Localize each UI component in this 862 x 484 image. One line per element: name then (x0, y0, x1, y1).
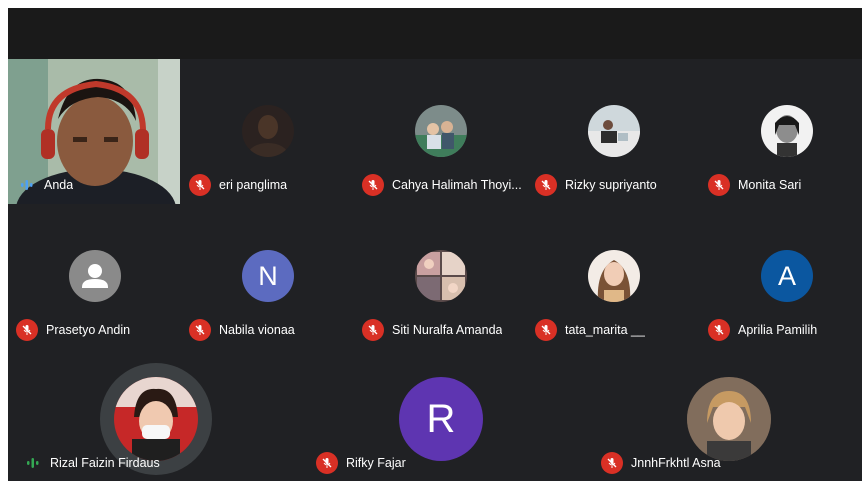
name-line: Rizal Faizin Firdaus (22, 451, 160, 475)
participant-name: Rifky Fajar (346, 456, 406, 470)
mic-muted-icon (535, 174, 557, 196)
participant-tile[interactable]: A Aprilia Pamilih (700, 204, 862, 349)
person-icon (82, 264, 108, 288)
avatar-letter: A (761, 250, 813, 302)
mic-muted-icon (316, 452, 338, 474)
participant-tile[interactable]: eri panglima (181, 59, 353, 204)
name-line: JnnhFrkhtl Asna (601, 451, 721, 475)
participant-name: Rizky supriyanto (565, 178, 657, 192)
self-tile[interactable]: Anda (8, 59, 180, 204)
avatar (588, 105, 640, 157)
participant-name: Aprilia Pamilih (738, 323, 818, 337)
mic-muted-icon (535, 319, 557, 341)
name-line: Nabila vionaa (189, 318, 295, 342)
name-line: tata_marita __ (535, 318, 645, 342)
avatar (415, 250, 467, 302)
participant-name: Siti Nuralfa Amanda (392, 323, 503, 337)
name-line: Monita Sari (708, 173, 801, 197)
self-name-line: Anda (16, 173, 73, 197)
audio-level-icon (22, 452, 44, 474)
avatar-letter: R (399, 377, 483, 461)
mic-muted-icon (601, 452, 623, 474)
top-bar (8, 8, 862, 59)
participant-tile[interactable]: Prasetyo Andin (8, 204, 180, 349)
participant-tile[interactable]: Rizky supriyanto (527, 59, 699, 204)
participant-name: JnnhFrkhtl Asna (631, 456, 721, 470)
participant-name: Prasetyo Andin (46, 323, 131, 337)
mic-muted-icon (189, 319, 211, 341)
avatar (415, 105, 467, 157)
name-line: Prasetyo Andin (16, 318, 130, 342)
participant-tile[interactable]: Cahya Halimah Thoyi... (354, 59, 526, 204)
mic-muted-icon (189, 174, 211, 196)
avatar-letter: N (242, 250, 294, 302)
name-line: Rizky supriyanto (535, 173, 657, 197)
participant-tile[interactable]: Monita Sari (700, 59, 862, 204)
name-line: Cahya Halimah Thoyi... (362, 173, 522, 197)
participant-tile[interactable]: Siti Nuralfa Amanda (354, 204, 526, 349)
participant-name: tata_marita __ (565, 323, 645, 337)
avatar (242, 105, 294, 157)
participant-name: eri panglima (219, 178, 288, 192)
avatar (761, 105, 813, 157)
name-line: Aprilia Pamilih (708, 318, 817, 342)
participant-tile[interactable]: R Rifky Fajar (296, 349, 583, 481)
participant-name: Monita Sari (738, 178, 802, 192)
mic-muted-icon (16, 319, 38, 341)
name-line: Rifky Fajar (316, 451, 406, 475)
mic-muted-icon (708, 174, 730, 196)
participant-grid: Anda eri panglima Cahya Halimah Thoyi...… (8, 59, 862, 481)
name-line: Siti Nuralfa Amanda (362, 318, 502, 342)
avatar (588, 250, 640, 302)
participant-tile[interactable]: N Nabila vionaa (181, 204, 353, 349)
name-line: eri panglima (189, 173, 287, 197)
participant-tile[interactable]: JnnhFrkhtl Asna (584, 349, 862, 481)
mic-muted-icon (362, 174, 384, 196)
participant-name: Nabila vionaa (219, 323, 295, 337)
mic-muted-icon (362, 319, 384, 341)
participant-tile[interactable]: Rizal Faizin Firdaus (8, 349, 295, 481)
participant-tile[interactable]: tata_marita __ (527, 204, 699, 349)
participant-name: Rizal Faizin Firdaus (50, 456, 160, 470)
participant-name: Cahya Halimah Thoyi... (392, 178, 522, 192)
avatar (687, 377, 771, 461)
mic-muted-icon (708, 319, 730, 341)
avatar (69, 250, 121, 302)
audio-level-icon (16, 174, 38, 196)
participant-name: Anda (44, 178, 74, 192)
avatar (114, 377, 198, 461)
